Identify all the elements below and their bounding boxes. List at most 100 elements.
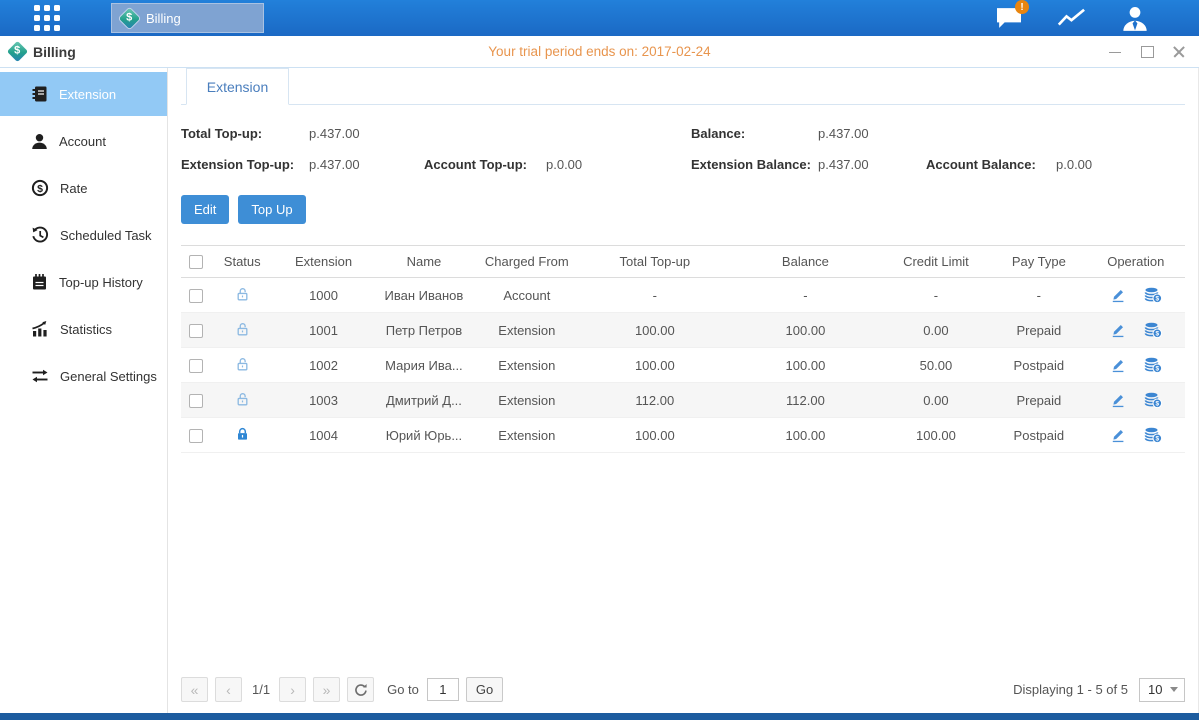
- cell-balance: -: [730, 278, 881, 313]
- top-up-row-icon[interactable]: $: [1144, 392, 1162, 408]
- balance-value: p.437.00: [818, 126, 926, 141]
- first-page-button[interactable]: «: [181, 677, 208, 702]
- sidebar: Extension Account $ Rate: [0, 68, 168, 713]
- extensions-table: Status Extension Name Charged From Total…: [181, 245, 1185, 453]
- last-page-button[interactable]: »: [313, 677, 340, 702]
- edit-row-icon[interactable]: [1110, 287, 1126, 303]
- goto-page-input[interactable]: [427, 678, 459, 701]
- cell-extension: 1002: [273, 348, 373, 383]
- lock-closed-icon[interactable]: [235, 426, 250, 442]
- next-page-button[interactable]: ›: [279, 677, 306, 702]
- cell-total-topup: 100.00: [580, 313, 731, 348]
- account-topup-value: p.0.00: [546, 157, 691, 172]
- cell-name: Юрий Юрь...: [374, 418, 474, 453]
- tab-extension[interactable]: Extension: [186, 68, 289, 105]
- window-title: Billing: [33, 44, 76, 60]
- row-checkbox[interactable]: [189, 394, 203, 408]
- row-checkbox[interactable]: [189, 289, 203, 303]
- extension-icon: [31, 85, 48, 103]
- top-up-row-icon[interactable]: $: [1144, 287, 1162, 303]
- sidebar-item-account[interactable]: Account: [0, 119, 167, 163]
- cell-pay-type: Prepaid: [991, 313, 1086, 348]
- edit-button[interactable]: Edit: [181, 195, 229, 224]
- sidebar-label: Extension: [59, 87, 116, 102]
- edit-row-icon[interactable]: [1110, 357, 1126, 373]
- page-size-select[interactable]: 10: [1139, 678, 1185, 702]
- close-icon[interactable]: [1171, 45, 1187, 59]
- top-up-row-icon[interactable]: $: [1144, 357, 1162, 373]
- top-up-button[interactable]: Top Up: [238, 195, 305, 224]
- sidebar-item-rate[interactable]: $ Rate: [0, 166, 167, 210]
- minimize-icon[interactable]: [1107, 45, 1123, 59]
- cell-credit-limit: -: [881, 278, 991, 313]
- sidebar-item-topup-history[interactable]: Top-up History: [0, 260, 167, 304]
- app-launcher-icon[interactable]: [34, 5, 70, 32]
- cell-extension: 1000: [273, 278, 373, 313]
- row-checkbox[interactable]: [189, 429, 203, 443]
- col-extension: Extension: [273, 246, 373, 278]
- cell-name: Иван Иванов: [374, 278, 474, 313]
- cell-credit-limit: 0.00: [881, 383, 991, 418]
- messages-icon[interactable]: !: [993, 5, 1025, 31]
- col-balance: Balance: [730, 246, 881, 278]
- billing-app-icon: $: [119, 7, 140, 28]
- row-checkbox[interactable]: [189, 324, 203, 338]
- table-header-row: Status Extension Name Charged From Total…: [181, 246, 1185, 278]
- taskbar-billing-tab[interactable]: $ Billing: [111, 3, 264, 33]
- pagination-bar: « ‹ 1/1 › » Go to Go Displaying 1 - 5 of…: [181, 677, 1185, 702]
- cell-pay-type: Postpaid: [991, 418, 1086, 453]
- balance-label: Balance:: [691, 126, 818, 141]
- svg-text:$: $: [1155, 331, 1159, 338]
- window-controls: [1107, 45, 1187, 59]
- cell-balance: 100.00: [730, 348, 881, 383]
- total-topup-label: Total Top-up:: [181, 126, 309, 141]
- sidebar-label: General Settings: [60, 369, 157, 384]
- sidebar-item-extension[interactable]: Extension: [0, 72, 167, 116]
- trial-notice: Your trial period ends on: 2017-02-24: [0, 44, 1199, 59]
- cell-charged-from: Extension: [474, 313, 579, 348]
- scheduled-task-icon: [31, 226, 49, 244]
- account-balance-label: Account Balance:: [926, 157, 1056, 172]
- top-up-row-icon[interactable]: $: [1144, 322, 1162, 338]
- taskbar-tab-label: Billing: [146, 11, 181, 26]
- svg-text:$: $: [37, 183, 43, 195]
- top-up-row-icon[interactable]: $: [1144, 427, 1162, 443]
- edit-row-icon[interactable]: [1110, 427, 1126, 443]
- edit-row-icon[interactable]: [1110, 322, 1126, 338]
- cell-balance: 112.00: [730, 383, 881, 418]
- col-charged-from: Charged From: [474, 246, 579, 278]
- svg-text:$: $: [1155, 366, 1159, 373]
- lock-open-icon[interactable]: [235, 391, 250, 407]
- prev-page-button[interactable]: ‹: [215, 677, 242, 702]
- cell-extension: 1004: [273, 418, 373, 453]
- edit-row-icon[interactable]: [1110, 392, 1126, 408]
- refresh-button[interactable]: [347, 677, 374, 702]
- select-all-checkbox[interactable]: [189, 255, 203, 269]
- svg-text:$: $: [1155, 296, 1159, 303]
- go-button[interactable]: Go: [466, 677, 503, 702]
- lock-open-icon[interactable]: [235, 321, 250, 337]
- maximize-icon[interactable]: [1139, 45, 1155, 59]
- sidebar-item-general-settings[interactable]: General Settings: [0, 354, 167, 398]
- user-account-icon[interactable]: [1119, 5, 1151, 31]
- table-row: 1001 Петр Петров Extension 100.00 100.00…: [181, 313, 1185, 348]
- sidebar-label: Scheduled Task: [60, 228, 152, 243]
- page-indicator: 1/1: [252, 682, 270, 697]
- svg-text:$: $: [1155, 401, 1159, 408]
- col-status: Status: [211, 246, 273, 278]
- col-credit-limit: Credit Limit: [881, 246, 991, 278]
- lock-open-icon[interactable]: [235, 286, 250, 302]
- sidebar-label: Rate: [60, 181, 87, 196]
- sidebar-item-statistics[interactable]: Statistics: [0, 307, 167, 351]
- sidebar-item-scheduled-task[interactable]: Scheduled Task: [0, 213, 167, 257]
- extension-balance-label: Extension Balance:: [691, 157, 818, 172]
- cell-credit-limit: 50.00: [881, 348, 991, 383]
- row-checkbox[interactable]: [189, 359, 203, 373]
- resource-monitor-icon[interactable]: [1056, 5, 1088, 31]
- lock-open-icon[interactable]: [235, 356, 250, 372]
- cell-total-topup: 100.00: [580, 348, 731, 383]
- cell-charged-from: Extension: [474, 348, 579, 383]
- refresh-icon: [354, 683, 368, 697]
- sidebar-label: Top-up History: [59, 275, 143, 290]
- action-bar: Edit Top Up: [181, 195, 1185, 224]
